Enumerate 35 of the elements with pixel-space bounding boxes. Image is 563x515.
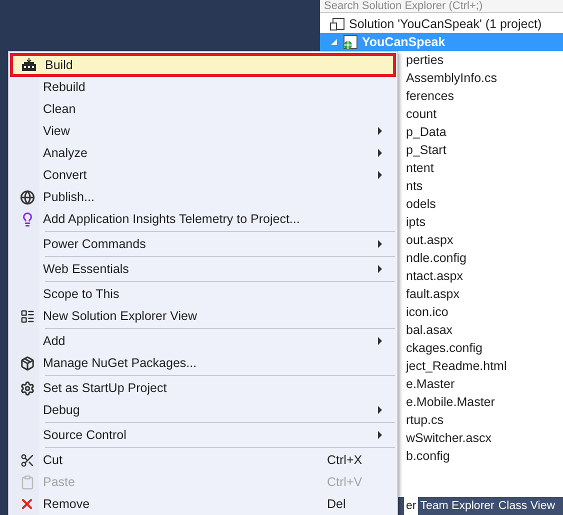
menu-item[interactable]: Add Application Insights Telemetry to Project... xyxy=(11,208,395,230)
web-project-icon xyxy=(342,34,358,50)
search-field[interactable]: Search Solution Explorer (Ctrl+;) xyxy=(320,0,563,13)
settings-icon xyxy=(20,380,34,396)
menu-item[interactable]: Power Commands xyxy=(11,233,395,255)
build-icon xyxy=(21,58,37,72)
menu-item[interactable]: Scope to This xyxy=(11,283,395,305)
menu-item[interactable]: Debug xyxy=(11,399,395,421)
menu-item[interactable]: Clean xyxy=(11,98,395,120)
expand-triangle-icon xyxy=(330,38,338,46)
menu-item[interactable]: New Solution Explorer View xyxy=(11,305,395,327)
menu-item[interactable]: Manage NuGet Packages... xyxy=(11,352,395,374)
tree-item[interactable]: Solution 'YouCanSpeak' (1 project) xyxy=(320,15,563,33)
menu-item[interactable]: Convert xyxy=(11,164,395,186)
menu-item[interactable]: Analyze xyxy=(11,142,395,164)
panel-tab[interactable]: Class View xyxy=(496,497,558,515)
menu-item[interactable]: Cut Ctrl+X xyxy=(11,449,395,471)
menu-item[interactable]: Build xyxy=(11,54,395,76)
menu-item[interactable]: Source Control xyxy=(11,424,395,446)
solution-icon xyxy=(330,18,345,30)
menu-item[interactable]: Web Essentials xyxy=(11,258,395,280)
menu-item[interactable]: Set as StartUp Project xyxy=(11,377,395,399)
menu-item[interactable]: Add xyxy=(11,330,395,352)
panel-tab[interactable]: Team Explorer xyxy=(418,497,496,515)
package-icon xyxy=(20,356,34,370)
list-window-icon xyxy=(20,308,34,324)
globe-icon xyxy=(20,190,34,204)
menu-item[interactable]: Rebuild xyxy=(11,76,395,98)
close-icon xyxy=(19,496,35,512)
clipboard-icon xyxy=(20,474,34,490)
menu-item[interactable]: View xyxy=(11,120,395,142)
menu-item[interactable]: Publish... xyxy=(11,186,395,208)
menu-item[interactable]: Remove Del xyxy=(11,493,395,515)
panel-tab[interactable]: er xyxy=(404,497,418,515)
scissors-icon xyxy=(20,452,34,468)
